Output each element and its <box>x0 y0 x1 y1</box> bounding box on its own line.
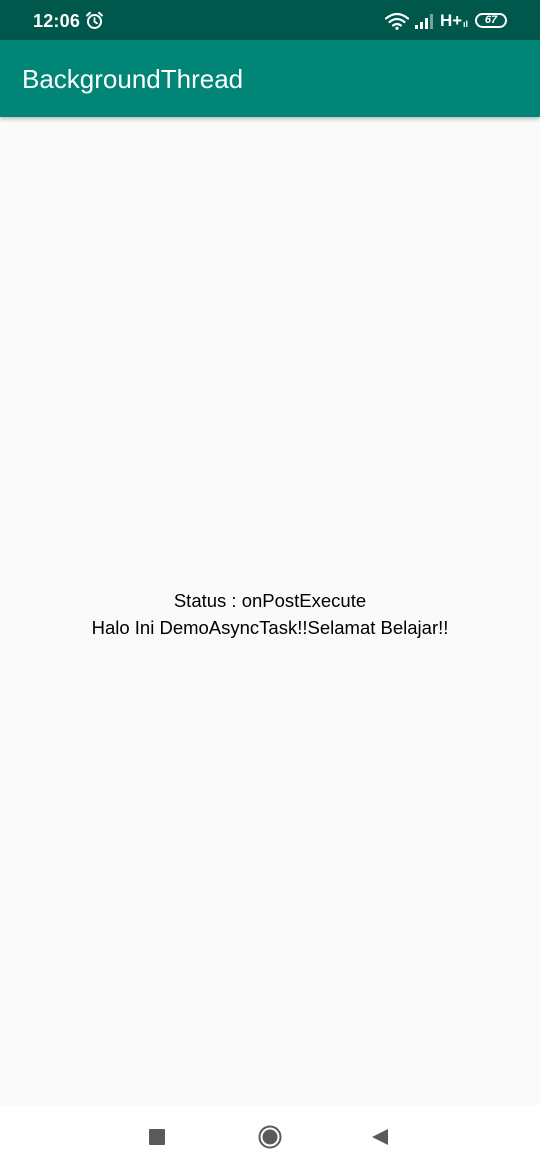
network-type-label: H+ <box>440 11 463 30</box>
signal-icon <box>414 13 436 29</box>
recents-button[interactable] <box>149 1129 165 1145</box>
battery-icon: 67 <box>475 13 507 28</box>
wifi-icon <box>384 12 410 30</box>
app-bar: BackgroundThread <box>0 40 540 117</box>
status-time: 12:06 <box>33 11 81 31</box>
status-bar: 12:06 H+ ıl 67 <box>0 0 540 40</box>
home-button[interactable] <box>258 1125 282 1149</box>
app-title: BackgroundThread <box>22 64 244 94</box>
status-label: Status : onPostExecute <box>173 590 367 611</box>
back-button[interactable] <box>371 1128 389 1146</box>
network-activity-indicator: ıl <box>463 19 469 29</box>
main-content: Status : onPostExecute Halo Ini DemoAsyn… <box>0 117 540 1105</box>
alarm-icon <box>85 11 104 30</box>
navigation-bar <box>0 1105 540 1170</box>
message-text: Halo Ini DemoAsyncTask!!Selamat Belajar!… <box>91 617 449 638</box>
